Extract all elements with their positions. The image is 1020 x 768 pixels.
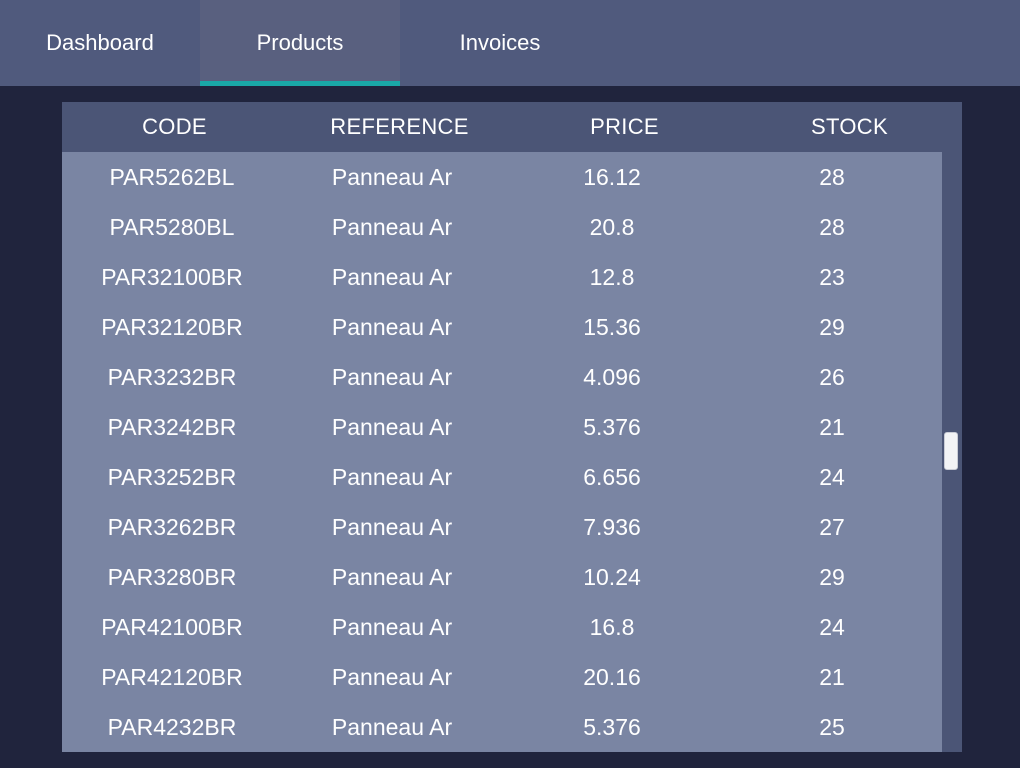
cell-price: 4.096 — [583, 363, 641, 390]
column-header-code[interactable]: CODE — [62, 102, 287, 152]
cell-reference: Panneau Ar — [331, 713, 453, 740]
tab-invoices-label: Invoices — [459, 30, 541, 55]
cell-price: 6.656 — [583, 463, 641, 490]
cell-stock: 21 — [819, 663, 845, 690]
tab-invoices[interactable]: Invoices — [400, 0, 600, 86]
cell-reference: Panneau Ar — [331, 463, 453, 490]
column-header-stock[interactable]: STOCK — [737, 102, 962, 152]
cell-stock: 24 — [819, 463, 845, 490]
cell-reference: Panneau Ar — [331, 313, 453, 340]
tab-products-label: Products — [256, 30, 344, 55]
cell-code: PAR42120BR — [101, 663, 243, 690]
cell-price: 12.8 — [589, 263, 635, 290]
table-row[interactable]: PAR5280BL Panneau Ar 20.8 28 — [62, 202, 942, 252]
cell-code: PAR32120BR — [101, 313, 243, 340]
cell-stock: 25 — [819, 713, 845, 740]
cell-stock: 26 — [819, 363, 845, 390]
table-row[interactable]: PAR42100BR Panneau Ar 16.8 24 — [62, 602, 942, 652]
cell-price: 5.376 — [583, 413, 641, 440]
table-row[interactable]: PAR4232BR Panneau Ar 5.376 25 — [62, 702, 942, 752]
cell-stock: 21 — [819, 413, 845, 440]
cell-price: 16.8 — [589, 613, 635, 640]
cell-reference: Panneau Ar — [331, 263, 453, 290]
cell-price: 15.36 — [583, 313, 641, 340]
table-row[interactable]: PAR5262BL Panneau Ar 16.12 28 — [62, 152, 942, 202]
scrollbar-thumb[interactable] — [944, 432, 958, 470]
column-header-reference[interactable]: REFERENCE — [287, 102, 512, 152]
tab-dashboard-label: Dashboard — [46, 30, 154, 55]
cell-stock: 27 — [819, 513, 845, 540]
table-row[interactable]: PAR3252BR Panneau Ar 6.656 24 — [62, 452, 942, 502]
cell-stock: 28 — [819, 213, 845, 240]
table-row[interactable]: PAR3280BR Panneau Ar 10.24 29 — [62, 552, 942, 602]
table-body: PAR5262BL Panneau Ar 16.12 28 PAR5280BL Panne… — [62, 152, 942, 752]
table-header: CODE REFERENCE PRICE STOCK — [62, 102, 962, 152]
table-row[interactable]: PAR3242BR Panneau Ar 5.376 21 — [62, 402, 942, 452]
cell-reference: Panneau Ar — [331, 563, 453, 590]
cell-stock: 23 — [819, 263, 845, 290]
cell-stock: 24 — [819, 613, 845, 640]
cell-reference: Panneau Ar — [331, 363, 453, 390]
cell-code: PAR3242BR — [107, 413, 237, 440]
cell-code: PAR3262BR — [107, 513, 237, 540]
cell-code: PAR5280BL — [109, 213, 235, 240]
tab-products[interactable]: Products — [200, 0, 400, 86]
active-tab-indicator — [200, 81, 400, 86]
cell-price: 20.16 — [583, 663, 641, 690]
cell-reference: Panneau Ar — [331, 513, 453, 540]
tab-dashboard[interactable]: Dashboard — [0, 0, 200, 86]
cell-reference: Panneau Ar — [331, 163, 453, 190]
cell-stock: 28 — [819, 163, 845, 190]
cell-price: 7.936 — [583, 513, 641, 540]
column-header-price[interactable]: PRICE — [512, 102, 737, 152]
cell-stock: 29 — [819, 313, 845, 340]
cell-code: PAR4232BR — [107, 713, 237, 740]
cell-price: 10.24 — [583, 563, 641, 590]
cell-reference: Panneau Ar — [331, 213, 453, 240]
table-row[interactable]: PAR3232BR Panneau Ar 4.096 26 — [62, 352, 942, 402]
cell-reference: Panneau Ar — [331, 613, 453, 640]
cell-code: PAR42100BR — [101, 613, 243, 640]
cell-stock: 29 — [819, 563, 845, 590]
table-row[interactable]: PAR32120BR Panneau Ar 15.36 29 — [62, 302, 942, 352]
table-row[interactable]: PAR42120BR Panneau Ar 20.16 21 — [62, 652, 942, 702]
cell-price: 16.12 — [583, 163, 641, 190]
cell-code: PAR3280BR — [107, 563, 237, 590]
cell-price: 5.376 — [583, 713, 641, 740]
cell-reference: Panneau Ar — [331, 413, 453, 440]
cell-code: PAR32100BR — [101, 263, 243, 290]
cell-code: PAR5262BL — [109, 163, 235, 190]
cell-price: 20.8 — [589, 213, 635, 240]
cell-code: PAR3252BR — [107, 463, 237, 490]
products-table: CODE REFERENCE PRICE STOCK PAR5262BL Pann… — [62, 102, 962, 752]
scrollbar-track[interactable] — [942, 152, 962, 752]
table-row[interactable]: PAR3262BR Panneau Ar 7.936 27 — [62, 502, 942, 552]
table-row[interactable]: PAR32100BR Panneau Ar 12.8 23 — [62, 252, 942, 302]
cell-reference: Panneau Ar — [331, 663, 453, 690]
tab-bar: Dashboard Products Invoices — [0, 0, 1020, 86]
cell-code: PAR3232BR — [107, 363, 237, 390]
